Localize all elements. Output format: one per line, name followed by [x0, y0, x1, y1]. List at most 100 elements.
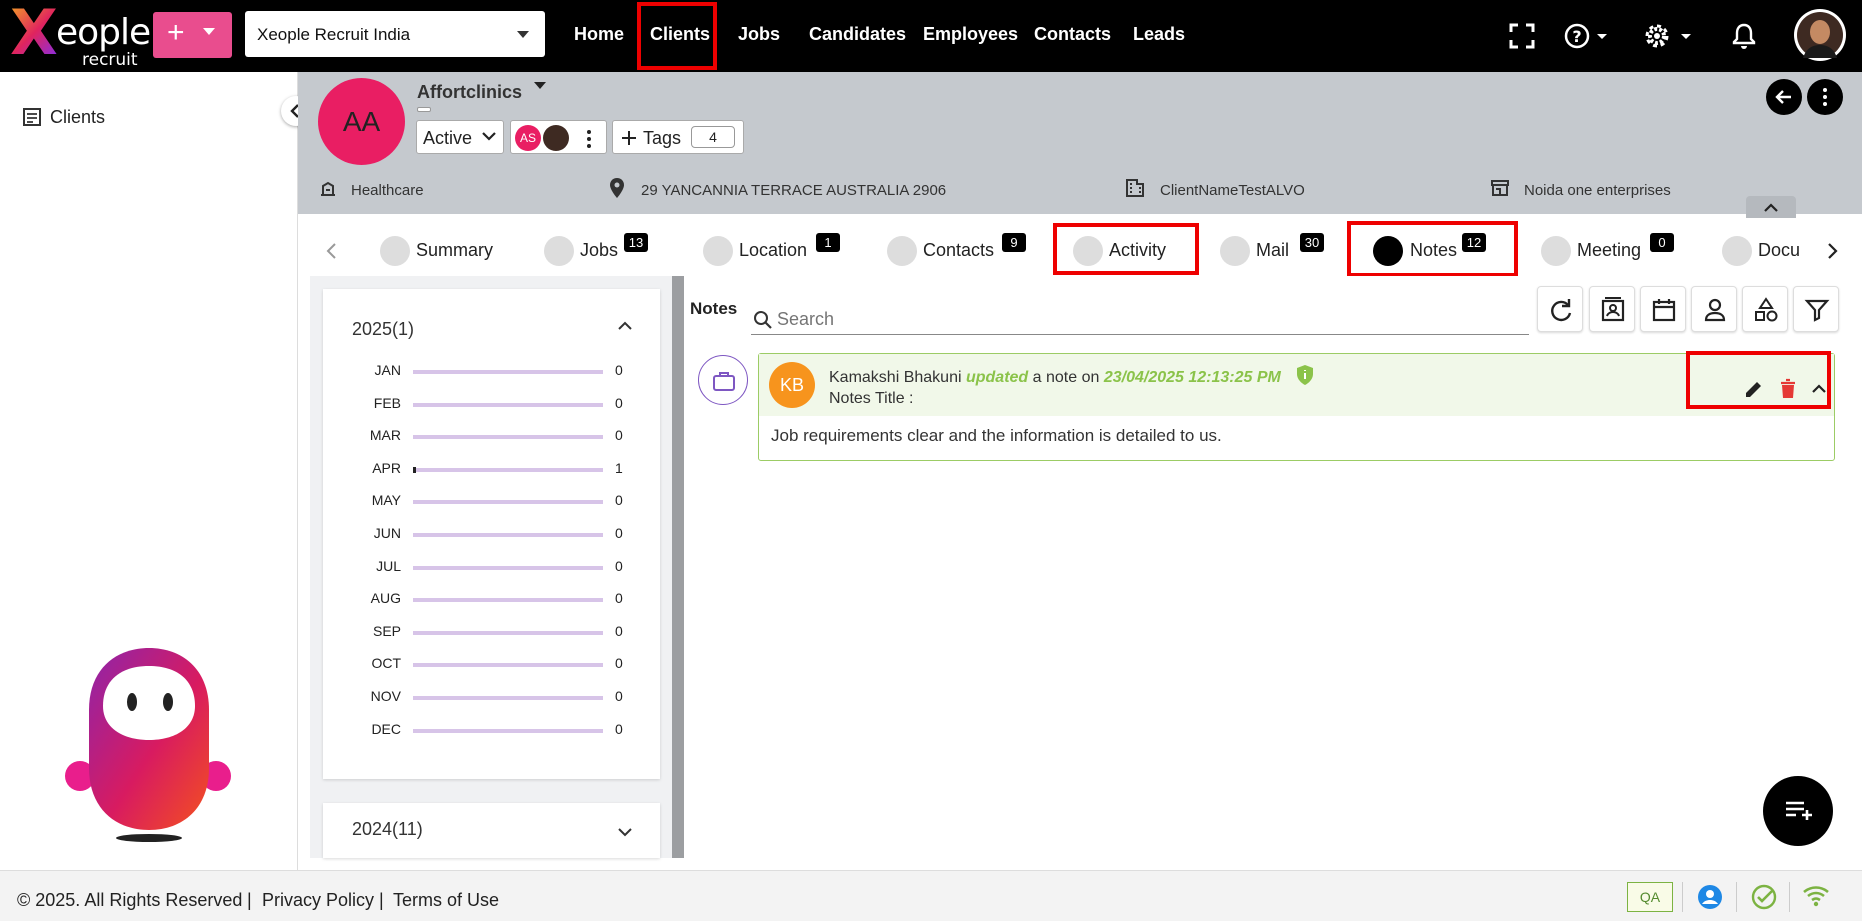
month-label: JUN — [373, 525, 401, 541]
month-count: 0 — [615, 492, 623, 509]
panel-splitter[interactable] — [672, 276, 684, 858]
month-count: 0 — [615, 688, 623, 704]
tags-count: 4 — [691, 126, 735, 148]
month-row-sep: SEP 0 — [323, 623, 660, 643]
user-avatar[interactable] — [1793, 8, 1847, 62]
chevron-up-icon[interactable] — [617, 319, 633, 331]
header-collapse-button[interactable] — [1746, 196, 1796, 218]
tab-mail[interactable]: Mail — [1256, 240, 1289, 261]
status-dropdown[interactable]: Active — [416, 120, 504, 154]
footer-divider — [1789, 882, 1790, 912]
filter-button[interactable] — [1793, 286, 1839, 332]
briefcase-icon — [544, 236, 574, 266]
summary-icon — [380, 236, 410, 266]
timeline-2024-panel[interactable]: 2024(11) — [323, 803, 660, 858]
tab-contacts[interactable]: Contacts — [923, 240, 994, 261]
privacy-policy-link[interactable]: Privacy Policy — [262, 890, 374, 911]
notification-bell-icon[interactable] — [1730, 22, 1758, 50]
organization-select[interactable]: Xeople Recruit India — [245, 11, 545, 57]
month-count: 0 — [615, 720, 623, 737]
notes-label: Notes — [690, 299, 738, 318]
month-label: DEC — [371, 720, 401, 737]
assigned-users[interactable]: AS — [510, 120, 607, 154]
plus-icon: + — [167, 16, 185, 49]
jobs-count-badge: 13 — [624, 233, 648, 252]
tab-jobs[interactable]: Jobs — [580, 240, 618, 261]
chevron-down-icon — [203, 28, 215, 35]
refresh-button[interactable] — [1537, 286, 1583, 332]
month-row-aug: AUG 0 — [323, 590, 660, 610]
month-bar-track — [413, 435, 603, 440]
dropdown-caret-icon — [517, 31, 529, 38]
footer: © 2025. All Rights Reserved | Privacy Po… — [0, 870, 1862, 921]
month-bar-track — [413, 663, 603, 668]
tab-location[interactable]: Location — [739, 240, 807, 261]
month-count: 0 — [615, 427, 623, 444]
header-more-button[interactable] — [1807, 79, 1843, 115]
back-button[interactable] — [1766, 79, 1802, 115]
tab-meeting[interactable]: Meeting — [1577, 240, 1641, 261]
note-meta: Kamakshi Bhakuni updated a note on 23/04… — [829, 364, 1315, 387]
location-icon — [703, 236, 733, 266]
month-bar-track — [413, 630, 603, 635]
note-header: KB Kamakshi Bhakuni updated a note on 23… — [759, 354, 1834, 416]
contact-card-button[interactable] — [1589, 286, 1635, 332]
client-menu-caret-icon[interactable] — [532, 80, 548, 92]
add-note-fab[interactable] — [1763, 776, 1833, 846]
calendar-button[interactable] — [1640, 286, 1686, 332]
clients-highlight-box — [637, 2, 717, 70]
industry-icon — [321, 181, 335, 196]
note-action: updated — [965, 369, 1029, 386]
building-icon — [1126, 179, 1144, 197]
activity-tab-highlight-box — [1053, 223, 1199, 275]
categories-button[interactable] — [1742, 286, 1788, 332]
search-input[interactable] — [777, 306, 1477, 332]
tabs-scroll-right-icon[interactable] — [1826, 242, 1840, 260]
nav-candidates[interactable]: Candidates — [809, 24, 906, 45]
plus-icon — [622, 131, 636, 145]
nav-employees[interactable]: Employees — [923, 24, 1018, 45]
search-icon — [754, 311, 772, 329]
tags-button[interactable]: Tags 4 — [612, 120, 744, 154]
person-filter-button[interactable] — [1691, 286, 1737, 332]
user-photo-avatar — [543, 125, 569, 151]
month-row-may: MAY 0 — [323, 492, 660, 512]
tabs-scroll-left-icon[interactable] — [324, 242, 338, 260]
month-bar-track — [413, 402, 603, 407]
fullscreen-icon[interactable] — [1508, 22, 1536, 50]
quick-add-button[interactable]: + — [153, 12, 232, 58]
briefcase-icon — [713, 372, 735, 391]
refresh-icon — [1551, 299, 1572, 322]
tab-documents[interactable]: Docu — [1758, 240, 1813, 261]
terms-of-use-link[interactable]: Terms of Use — [393, 890, 499, 911]
month-row-nov: NOV 0 — [323, 688, 660, 708]
xeople-logo[interactable]: X eople recruit — [10, 2, 151, 71]
tab-summary[interactable]: Summary — [416, 240, 493, 261]
mail-count-badge: 30 — [1300, 233, 1324, 252]
month-count: 0 — [615, 525, 623, 541]
more-vertical-icon[interactable] — [585, 129, 593, 149]
chevron-down-icon — [482, 132, 496, 141]
nav-home[interactable]: Home — [574, 24, 624, 45]
mail-icon — [1220, 236, 1250, 266]
help-icon[interactable]: ? — [1563, 22, 1613, 50]
footer-separator: | — [379, 890, 384, 910]
client-address: 29 YANCANNIA TERRACE AUSTRALIA 2906 — [641, 182, 947, 199]
account-circle-icon[interactable] — [1697, 884, 1723, 910]
month-bar-track — [413, 466, 603, 473]
month-count: 0 — [615, 362, 623, 378]
month-bar-fill — [413, 466, 416, 473]
nav-contacts[interactable]: Contacts — [1034, 24, 1111, 45]
month-bar-track — [413, 370, 603, 374]
month-row-dec: DEC 0 — [323, 721, 660, 741]
month-row-jan: JAN 0 — [323, 362, 660, 382]
month-count: 0 — [615, 622, 623, 639]
contacts-count-badge: 9 — [1002, 233, 1026, 252]
chevron-down-icon — [618, 828, 632, 837]
month-label: NOV — [370, 688, 401, 704]
nav-jobs[interactable]: Jobs — [738, 24, 780, 45]
settings-gear-icon[interactable] — [1643, 22, 1695, 50]
month-count: 1 — [615, 459, 623, 476]
nav-leads[interactable]: Leads — [1133, 24, 1185, 45]
note-title: Notes Title : — [829, 390, 914, 407]
